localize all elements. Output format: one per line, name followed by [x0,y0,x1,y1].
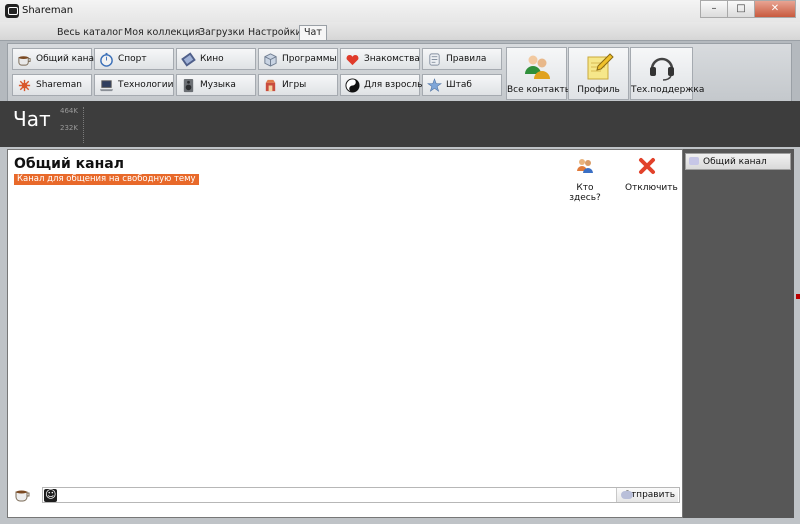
yin-yang-icon [345,78,360,93]
channel-sport-label: Спорт [118,54,147,64]
channel-shareman-label: Shareman [36,80,82,90]
main-tabs: Весь каталог Моя коллекция Загрузки Наст… [0,22,800,41]
traffic-low-label: 232K [60,124,78,132]
notepad-pencil-icon [587,53,614,80]
whos-here-label: Кто здесь? [569,183,601,203]
app-logo-icon [5,4,19,18]
channel-tech-label: Технологии [118,80,174,90]
channel-tech-button[interactable]: Технологии [94,74,174,96]
scroll-icon [429,53,440,66]
edge-marker [796,294,800,299]
tab-catalog[interactable]: Весь каталог [57,27,123,38]
send-button[interactable]: Отправить [616,488,678,502]
traffic-graph [83,107,84,143]
close-button[interactable]: ✕ [754,0,796,18]
channel-general-label: Общий канал [36,54,100,64]
star-icon [427,78,442,92]
channel-games-label: Игры [282,80,307,90]
message-input-row: Отправить [12,485,680,507]
software-box-icon [264,53,277,67]
channel-sport-button[interactable]: Спорт [94,48,174,70]
tab-downloads[interactable]: Загрузки [199,27,245,38]
channel-list: Общий канал [683,149,794,518]
support-label: Тех.поддержка [631,85,705,95]
heart-icon [346,54,359,66]
coffee-cup-icon [15,490,30,502]
channel-rules-label: Правила [446,54,487,64]
channel-shareman-button[interactable]: Shareman [12,74,92,96]
maximize-button[interactable]: □ [727,0,755,18]
channel-music-label: Музыка [200,80,236,90]
channel-dating-label: Знакомства [364,54,420,64]
whos-here-button[interactable]: Кто здесь? [563,156,607,203]
coffee-cup-icon [18,56,31,66]
tab-chat[interactable]: Чат [299,25,327,41]
channel-panel: Общий канал Спорт Кино Программы Знакомс… [7,43,792,102]
channel-software-button[interactable]: Программы [258,48,338,70]
smiley-icon[interactable] [44,488,57,502]
channel-title: Общий канал [14,156,124,172]
channel-hq-button[interactable]: Штаб [422,74,502,96]
channel-list-item[interactable]: Общий канал [685,153,791,170]
section-title: Чат [13,107,51,131]
channel-list-item-label: Общий канал [703,157,767,167]
window-controls: – □ ✕ [700,0,796,18]
users-icon [577,159,593,173]
channel-software-label: Программы [282,54,337,64]
channel-cinema-button[interactable]: Кино [176,48,256,70]
message-field-wrap: Отправить [42,487,680,503]
channel-music-button[interactable]: Музыка [176,74,256,96]
channel-adult-button[interactable]: Для взрослых [340,74,430,96]
stopwatch-icon [100,52,113,67]
channel-toolbar: Общий канал Спорт Кино Программы Знакомс… [0,40,800,102]
disconnect-label: Отключить [625,183,678,193]
channel-description: Канал для общения на свободную тему [14,174,199,185]
status-band: Чат 464K 232K [0,101,800,147]
traffic-high-label: 464K [60,107,78,115]
minimize-button[interactable]: – [700,0,728,18]
headset-icon [649,57,674,81]
profile-button[interactable]: Профиль [568,47,629,100]
send-icon [621,491,633,499]
all-contacts-button[interactable]: Все контакты [506,47,572,100]
window-title: Shareman [22,5,74,16]
chat-bubble-icon [689,157,699,165]
app-window: Shareman – □ ✕ Весь каталог Моя коллекци… [0,0,800,524]
shareman-logo-icon [18,79,31,92]
tab-settings[interactable]: Настройки [248,27,302,38]
title-bar: Shareman – □ ✕ [0,0,800,23]
laptop-icon [99,80,114,92]
film-icon [181,52,196,67]
channel-games-button[interactable]: Игры [258,74,338,96]
disconnect-button[interactable]: Отключить [625,156,678,193]
channel-general-button[interactable]: Общий канал [12,48,100,70]
speaker-icon [183,78,194,93]
game-icon [265,79,276,92]
support-button[interactable]: Тех.поддержка [630,47,705,100]
message-input[interactable] [60,488,624,502]
chat-panel: Общий канал Канал для общения на свободн… [7,149,683,518]
tab-collection[interactable]: Моя коллекция [124,27,200,38]
contacts-icon [524,55,550,79]
channel-rules-button[interactable]: Правила [422,48,502,70]
close-x-icon [639,158,655,174]
channel-adult-label: Для взрослых [364,80,430,90]
channel-hq-label: Штаб [446,80,472,90]
all-contacts-label: Все контакты [507,85,572,95]
profile-label: Профиль [577,85,620,95]
channel-cinema-label: Кино [200,54,224,64]
channel-dating-button[interactable]: Знакомства [340,48,420,70]
